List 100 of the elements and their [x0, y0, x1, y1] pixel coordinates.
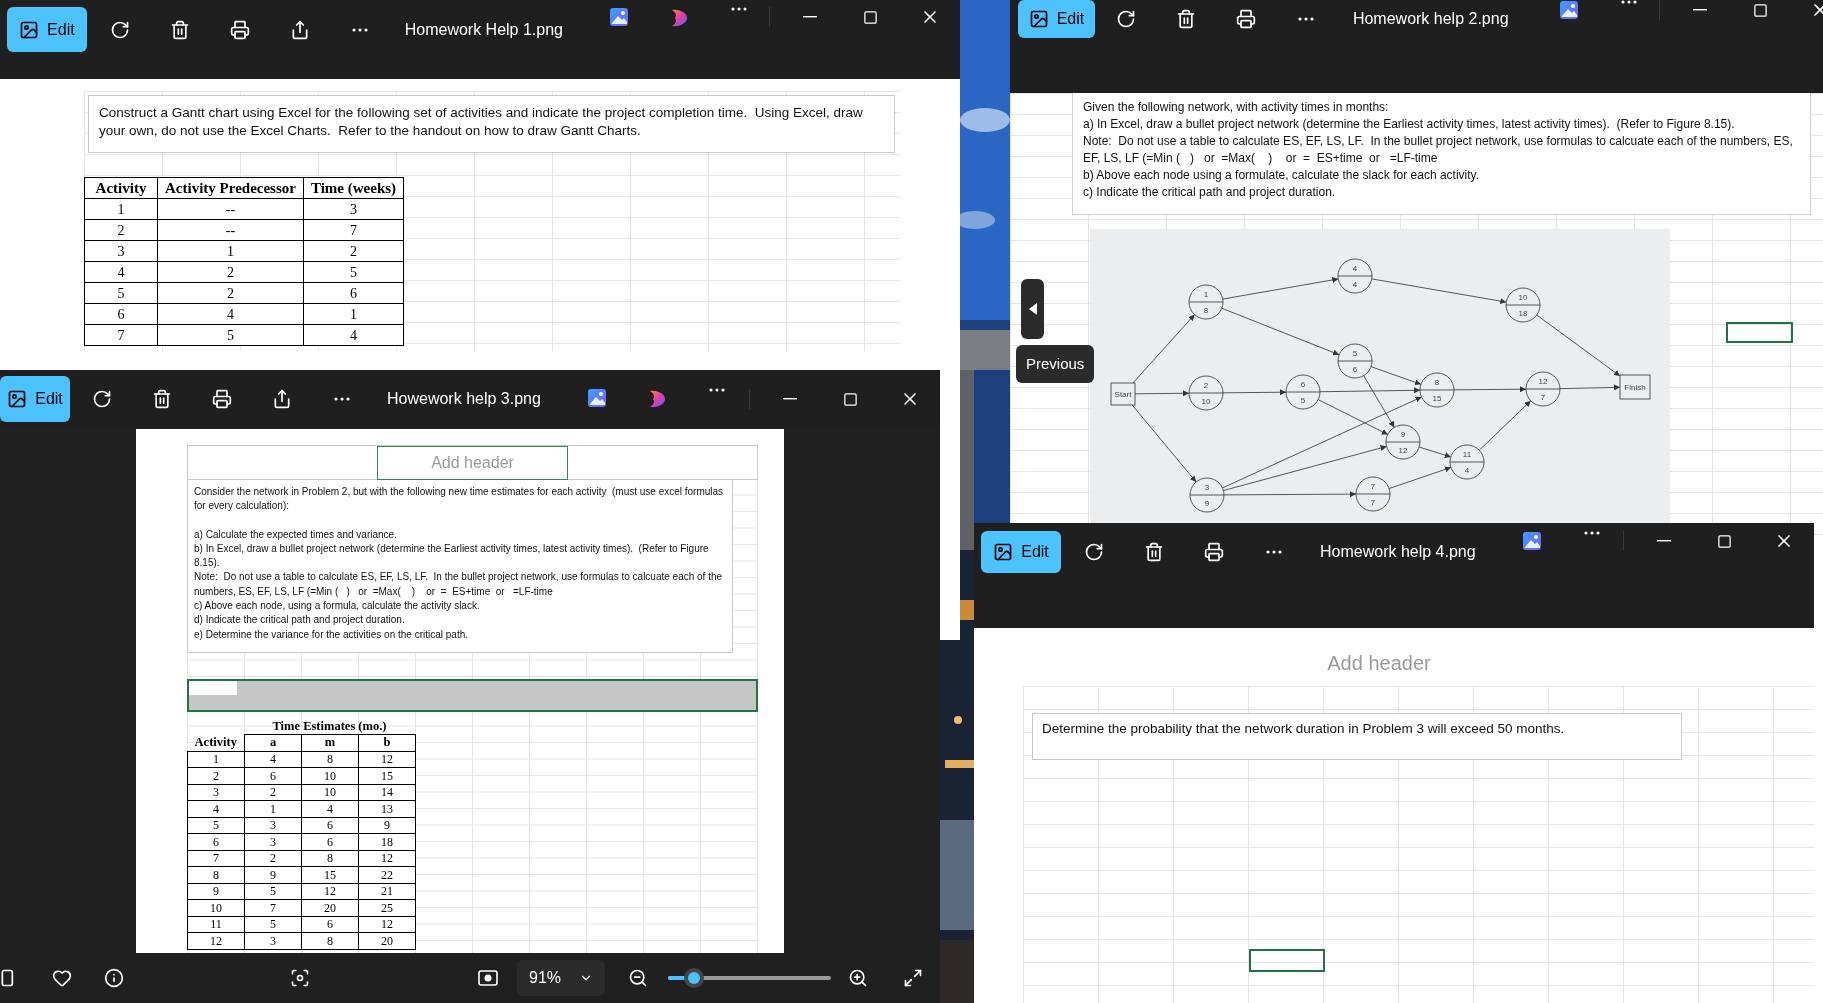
table-cell: 1 [157, 240, 304, 262]
activity-time: 4 [1352, 280, 1358, 289]
window-title: Homework Help 1.png [404, 20, 564, 40]
table-cell: -- [157, 219, 304, 241]
activity-time: 10 [1201, 397, 1211, 406]
window-title: Homework help 4.png [1320, 542, 1477, 562]
zoom-slider[interactable] [668, 968, 831, 988]
activity-time: 5 [1300, 396, 1306, 405]
more-icon [1621, 0, 1637, 4]
heart-icon [52, 968, 72, 988]
instructions-text: Given the following network, with activity times in months: [1083, 99, 1390, 116]
trash-icon [1175, 9, 1196, 29]
table-cell: 4 [303, 324, 404, 346]
image-icon [7, 389, 28, 409]
instructions-text: a) Calculate the expected times and variance. [194, 527, 398, 542]
instructions-text: b) Above each node using a formulate, calculate the slack for each activity. [1083, 167, 1480, 184]
scan-button[interactable] [290, 968, 310, 988]
zoom-slider-thumb[interactable] [684, 968, 705, 988]
activity-time: 9 [1204, 499, 1210, 508]
table-cell: 3 [303, 198, 404, 220]
gallery-icon [609, 7, 629, 27]
activity-number: 3 [1204, 483, 1210, 492]
start-label: Start [1114, 390, 1132, 399]
left-triangle-icon [1028, 303, 1037, 315]
favorite-button[interactable] [52, 968, 72, 988]
expand-button[interactable] [903, 968, 923, 988]
zoom-in-icon [848, 968, 868, 988]
window-title: Homework help 2.png [1352, 9, 1510, 29]
share-icon [272, 389, 292, 409]
node-circle [1285, 374, 1321, 410]
activity-time: 15 [1432, 394, 1442, 403]
more-icon [1584, 531, 1600, 535]
zoom-dropdown[interactable]: 91% [517, 960, 605, 996]
zoom-out-icon [628, 968, 648, 988]
gallery-icon [1559, 0, 1579, 20]
activity-time: 8 [1203, 306, 1209, 315]
instructions-text: a) In Excel, draw a bullet project network (determine the Earliest activity times, latest activity times). (Refer to Figure 8.15). [1083, 116, 1736, 133]
node-circle [1505, 287, 1541, 323]
table-title: Time Estimates (mo.) [271, 718, 388, 734]
instructions-text: Construct a Gantt chart using Excel for the following set of activities and indicate the project completion time. Using Excel, draw your own, do not use the Excel Charts. Refer to the handout on how to draw Gantt Charts. [88, 95, 895, 153]
maximize-icon [862, 9, 878, 25]
activity-time: 4 [1464, 466, 1470, 475]
table-cell: 2 [157, 282, 304, 304]
instructions-text: Consider the network in Problem 2, but with the following new time estimates for each activity (must use excel formulas for every calculation): [194, 485, 725, 514]
activity-number: 9 [1400, 430, 1406, 439]
column-header: m [301, 734, 359, 751]
table-cell: -- [157, 198, 304, 220]
zoom-out-button[interactable] [628, 968, 648, 988]
edit-button[interactable]: Edit [0, 376, 70, 422]
column-header: b [358, 734, 416, 751]
activity-number: 7 [1370, 482, 1376, 491]
more-icon [334, 397, 350, 401]
instructions-text: e) Determine the variance for the activities on the critical path. [194, 627, 470, 642]
activity-time: 7 [1540, 393, 1546, 402]
printer-icon [1204, 542, 1224, 562]
activity-time: 7 [1370, 498, 1376, 507]
column-header: Activity Predecessor [157, 177, 304, 199]
image-icon [19, 19, 40, 40]
fit-button[interactable] [478, 970, 498, 986]
node-circle [1188, 284, 1224, 320]
node-circle [1337, 343, 1373, 379]
activity-number: 1 [1203, 290, 1209, 299]
table-cell: 2 [157, 261, 304, 283]
instructions-text: b) In Excel, draw a bullet project network (determine the Earliest activity times, latest activity times). (Refer to Figure 8.15). [194, 541, 710, 571]
zoom-in-button[interactable] [848, 968, 868, 988]
window-title: Howework help 3.png [387, 389, 542, 409]
info-button[interactable] [104, 968, 124, 988]
activity-number: 5 [1352, 349, 1358, 358]
activity-number: 4 [1352, 264, 1358, 273]
table-cell: 6 [303, 282, 404, 304]
minimize-icon [803, 16, 817, 18]
previous-button[interactable] [1021, 279, 1044, 339]
info-icon [104, 968, 124, 988]
node-circle [1337, 258, 1373, 294]
node-circle [1449, 444, 1485, 480]
more-icon [709, 388, 725, 392]
gallery-icon [587, 388, 607, 408]
trash-icon [152, 389, 172, 409]
activity-number: 2 [1203, 381, 1209, 390]
edit-button[interactable]: Edit [1018, 0, 1095, 38]
start-node [1110, 382, 1136, 406]
node-circle [1385, 424, 1421, 460]
image-icon [993, 542, 1014, 562]
tooltip: Previous [1016, 345, 1095, 383]
printer-icon [1235, 9, 1256, 29]
minimize-icon [1693, 9, 1707, 11]
printer-icon [229, 19, 250, 40]
rotate-icon [1115, 9, 1136, 29]
focus-icon [290, 968, 310, 988]
edit-button[interactable]: Edit [981, 531, 1061, 573]
activity-time: 12 [1398, 446, 1408, 455]
table-cell: 5 [84, 282, 158, 304]
table-cell: 7 [303, 219, 404, 241]
edit-button[interactable]: Edit [7, 7, 87, 52]
filmstrip-button[interactable] [0, 968, 14, 988]
activity-time: 6 [1352, 365, 1358, 374]
node-circle [1189, 477, 1225, 513]
instructions-text: c) Indicate the critical path and project duration. [1083, 184, 1337, 201]
column-header: a [244, 734, 302, 751]
frame-icon [478, 970, 498, 986]
